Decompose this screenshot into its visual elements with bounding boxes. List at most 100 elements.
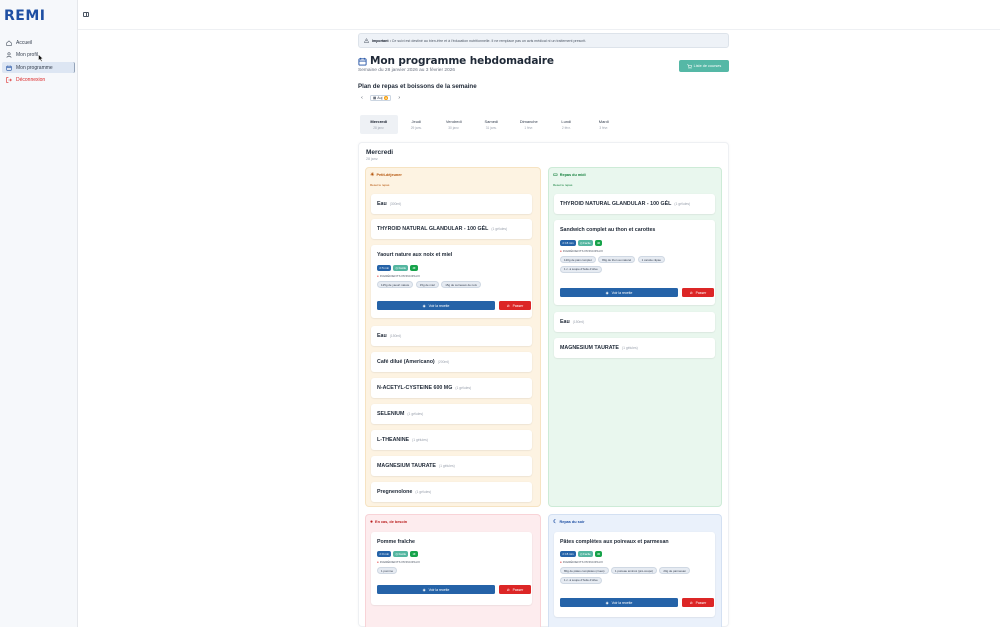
item-name: THYROID NATURAL GLANDULAR - 100 GÉL bbox=[560, 201, 672, 207]
difficulty-chip: ◎ Facile bbox=[393, 265, 409, 271]
item-name: SELENIUM bbox=[377, 411, 405, 417]
ingredients-label: ● INGRÉDIENTS PRINCIPAUX bbox=[377, 560, 420, 564]
meal-item: SELENIUM (1 gélules) bbox=[371, 404, 532, 424]
calendar-icon: ▦ bbox=[373, 96, 377, 100]
tab-dimanche[interactable]: Dimanche 1 févr. bbox=[510, 115, 548, 134]
item-qty: (300ml) bbox=[389, 202, 402, 206]
chevron-right-icon[interactable]: › bbox=[396, 95, 402, 101]
recipe-name: Sandwich complet au thon et carottes bbox=[560, 227, 656, 233]
time-value: 15 min bbox=[565, 240, 574, 245]
ingredients-list: 1 pomme bbox=[377, 567, 527, 577]
meal-lunch: ▭ Repas du midi Reset le repas THYROID NA… bbox=[548, 167, 722, 507]
tab-jeudi[interactable]: Jeudi 29 janv. bbox=[398, 115, 436, 134]
recipe-tags: ⏱ 0 min ◎ Facile 1€ bbox=[377, 551, 420, 557]
time-value: 5 min bbox=[382, 265, 389, 270]
button-label: Voir la recette bbox=[611, 600, 633, 605]
recipe-card: Pâtes complètes aux poireaux et parmesan… bbox=[554, 532, 715, 617]
tab-mardi[interactable]: Mardi 3 févr. bbox=[585, 115, 623, 134]
day-name: Mercredi bbox=[370, 119, 388, 124]
meal-item: N-ACETYL-CYSTEINE 600 MG (1 gélules) bbox=[371, 378, 532, 398]
ingredient-chip: 20g de parmesan bbox=[659, 567, 690, 574]
button-label: Passer bbox=[695, 290, 707, 295]
user-icon bbox=[6, 52, 12, 58]
tab-mercredi[interactable]: Mercredi 28 janv. bbox=[360, 115, 398, 134]
recipe-tags: ⏱ 15 min ◎ Facile 4€ bbox=[560, 240, 604, 246]
cost-chip: 1€ bbox=[410, 551, 418, 557]
tab-lundi[interactable]: Lundi 2 févr. bbox=[548, 115, 586, 134]
tab-samedi[interactable]: Samedi 31 janv. bbox=[473, 115, 511, 134]
meal-item: MAGNESIUM TAURATE (1 gélules) bbox=[554, 338, 715, 358]
cost-value: 3€ bbox=[597, 551, 601, 556]
app-logo[interactable]: REMI bbox=[4, 8, 45, 24]
skip-button[interactable]: ⊘ Passer bbox=[682, 288, 714, 297]
sidebar-item-programme[interactable]: Mon programme bbox=[2, 62, 75, 73]
skip-icon: ⊘ bbox=[689, 600, 693, 605]
ingredients-label-text: INGRÉDIENTS PRINCIPAUX bbox=[562, 249, 603, 253]
button-label: Passer bbox=[512, 587, 524, 592]
recipe-card: Yaourt nature aux noix et miel ⏱ 5 min ◎… bbox=[371, 245, 532, 318]
item-qty: (1 gélules) bbox=[407, 412, 424, 416]
ingredient-chip: 1 carotte râpée bbox=[637, 256, 666, 263]
sidebar-nav: Accueil Mon profil Mon programme Déconne… bbox=[2, 37, 75, 87]
skip-button[interactable]: ⊘ Passer bbox=[499, 301, 531, 310]
meal-title: ☀ Petit-déjeuner bbox=[370, 172, 402, 178]
today-button[interactable]: ▦ Auj ● bbox=[370, 95, 392, 101]
week-navigation: ‹ ▦ Auj ● › bbox=[359, 95, 402, 101]
cost-chip: 3€ bbox=[594, 551, 603, 557]
view-recipe-button[interactable]: ◉ Voir la recette bbox=[560, 288, 678, 297]
difficulty-value: Facile bbox=[398, 265, 407, 270]
meal-title-text: En cas, de besoin bbox=[375, 520, 408, 524]
today-label: Auj bbox=[377, 96, 383, 100]
sidebar-item-label: Accueil bbox=[16, 39, 33, 46]
calendar-icon bbox=[6, 65, 12, 71]
button-label: Voir la recette bbox=[428, 303, 450, 308]
day-name: Samedi bbox=[484, 119, 499, 124]
tab-vendredi[interactable]: Vendredi 30 janv. bbox=[435, 115, 473, 134]
ingredients-icon: ● bbox=[560, 560, 562, 564]
today-badge: ● bbox=[383, 96, 389, 100]
view-recipe-button[interactable]: ◉ Voir la recette bbox=[377, 585, 495, 594]
cost-chip: 4€ bbox=[594, 240, 603, 246]
meal-item: L-THEANINE (1 gélules) bbox=[371, 430, 532, 450]
shopping-list-button[interactable]: Liste de courses bbox=[679, 60, 729, 72]
plan-title: Plan de repas et boissons de la semaine bbox=[358, 83, 477, 90]
page-subtitle: Semaine du 28 janvier 2026 au 3 février … bbox=[358, 68, 456, 73]
time-chip: ⏱ 5 min bbox=[377, 265, 392, 271]
difficulty-value: Facile bbox=[583, 240, 591, 245]
skip-button[interactable]: ⊘ Passer bbox=[682, 598, 714, 607]
plate-icon: ▭ bbox=[553, 172, 558, 178]
skip-button[interactable]: ⊘ Passer bbox=[499, 585, 531, 594]
banner-text: Ce suivi est destiné au bien-être et à l… bbox=[391, 38, 587, 43]
recipe-name: Pomme fraîche bbox=[377, 539, 415, 545]
sidebar-toggle-icon[interactable] bbox=[83, 12, 89, 17]
sidebar-item-accueil[interactable]: Accueil bbox=[2, 37, 75, 48]
page-header: Mon programme hebdomadaire bbox=[358, 55, 554, 67]
item-qty: (1 gélules) bbox=[455, 386, 472, 390]
chevron-left-icon[interactable]: ‹ bbox=[359, 95, 365, 101]
sun-icon: ☀ bbox=[370, 172, 375, 178]
cost-value: 4€ bbox=[412, 265, 416, 270]
ingredient-chip: 1 c. à soupe d'huile d'olive bbox=[560, 265, 602, 273]
day-name: Jeudi bbox=[411, 119, 422, 124]
item-name: MAGNESIUM TAURATE bbox=[377, 463, 436, 469]
item-qty: (1 gélules) bbox=[412, 438, 428, 442]
button-label: Voir la recette bbox=[611, 290, 633, 295]
view-recipe-button[interactable]: ◉ Voir la recette bbox=[377, 301, 495, 310]
day-name: Lundi bbox=[561, 119, 572, 124]
meal-item: Eau (300ml) bbox=[371, 194, 532, 214]
reset-meal-link[interactable]: Reset le repas bbox=[553, 183, 572, 187]
skip-icon: ⊘ bbox=[506, 303, 510, 308]
cart-icon bbox=[686, 63, 692, 69]
reset-meal-link[interactable]: Reset le repas bbox=[370, 183, 389, 187]
item-name: N-ACETYL-CYSTEINE 600 MG bbox=[377, 385, 453, 391]
item-qty: (150ml) bbox=[389, 334, 402, 338]
moon-icon: ☾ bbox=[553, 519, 558, 525]
calendar-icon bbox=[358, 57, 367, 66]
meal-dinner: ☾ Repas du soir Pâtes complètes aux poire… bbox=[548, 514, 722, 627]
ingredient-chip: 125g de yaourt nature bbox=[377, 281, 414, 288]
sidebar-item-deconnexion[interactable]: Déconnexion bbox=[2, 75, 75, 86]
cost-chip: 4€ bbox=[410, 265, 418, 271]
top-bar bbox=[78, 0, 1000, 30]
meal-item: THYROID NATURAL GLANDULAR - 100 GÉL (1 gé… bbox=[554, 194, 715, 214]
view-recipe-button[interactable]: ◉ Voir la recette bbox=[560, 598, 678, 607]
